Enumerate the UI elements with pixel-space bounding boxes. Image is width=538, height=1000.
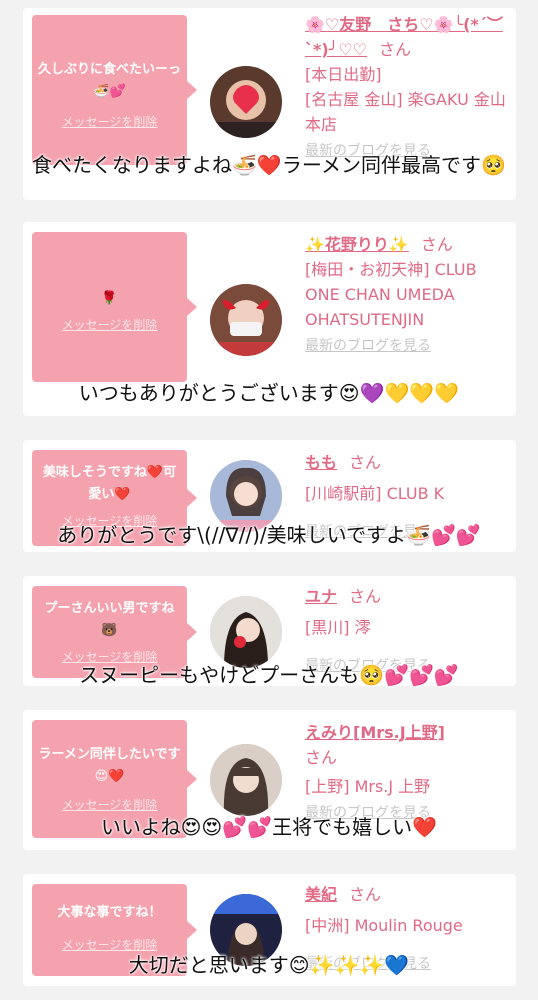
avatar[interactable] (210, 66, 282, 138)
honorific: さん (349, 453, 382, 472)
overlay-caption: スヌーピーもやけどプーさんも🥺💕💕💕 (79, 663, 459, 687)
shop-text: [中洲] Moulin Rouge (305, 916, 463, 935)
message-text: 🌹 (101, 291, 118, 306)
delete-message-link[interactable]: メッセージを削除 (38, 111, 181, 133)
honorific: さん (420, 235, 453, 254)
message-bubble: 🌹 メッセージを削除 (32, 232, 197, 382)
overlay-caption: いつもありがとうございます😍💜💛💛💛 (78, 381, 460, 405)
avatar-photo (210, 596, 282, 668)
delete-message-link[interactable]: メッセージを削除 (38, 314, 181, 336)
shop-text: [名古屋 金山] 楽GAKU 金山本店 (305, 90, 506, 134)
cast-name-link[interactable]: もも (305, 453, 337, 472)
overlay-caption: いいよね😍😍💕💕王将でも嬉しい❤️ (100, 815, 437, 839)
shop-text: [上野] Mrs.J 上野 (305, 777, 431, 796)
cast-name-link[interactable]: 美紀 (305, 885, 337, 904)
honorific: さん (379, 40, 412, 59)
avatar-photo (210, 66, 282, 138)
delete-message-link[interactable]: メッセージを削除 (38, 794, 181, 816)
message-text: 大事な事ですね！ (57, 905, 162, 920)
avatar[interactable] (210, 284, 282, 356)
shop-text: [川崎駅前] CLUB K (305, 484, 445, 503)
avatar[interactable] (210, 744, 282, 816)
cast-info: ✨花野りり✨ さん [梅田・お初天神] CLUB ONE CHAN UMEDA O… (305, 232, 511, 359)
status-text: [本日出勤] (305, 65, 382, 84)
overlay-caption: ありがとうです\(//∇//)/美味しいですよ🍜💕💕 (57, 523, 481, 547)
avatar[interactable] (210, 596, 282, 668)
cast-info: 🌸♡友野 さち♡🌸╰(*´︶`*)╯♡♡ さん [本日出勤] [名古屋 金山] 楽… (305, 12, 511, 164)
cast-name-link[interactable]: ユナ (305, 587, 337, 606)
overlay-caption: 食べたくなりますよね🍜❤️ラーメン同伴最高です🥺 (32, 153, 506, 177)
shop-text: [梅田・お初天神] CLUB ONE CHAN UMEDA OHATSUTENJ… (305, 260, 477, 329)
message-bubble: 久しぶりに食べたいーっ🍜💕 メッセージを削除 (32, 15, 197, 165)
message-text: プーさんいい男ですね🐻 (44, 601, 175, 638)
overlay-caption: 大切だと思います😊✨✨✨💙 (128, 953, 410, 977)
honorific: さん (349, 587, 382, 606)
honorific: さん (305, 748, 338, 767)
honorific: さん (349, 885, 382, 904)
cast-info: えみり[Mrs.J上野] さん [上野] Mrs.J 上野 最新のブログを見る (305, 720, 511, 826)
cast-name-link[interactable]: えみり[Mrs.J上野] (305, 723, 445, 742)
shop-text: [黒川] 澪 (305, 618, 371, 637)
message-text: ラーメン同伴したいです😍❤️ (38, 747, 181, 784)
cast-name-link[interactable]: ✨花野りり✨ (305, 235, 409, 254)
avatar-photo (210, 744, 282, 816)
latest-blog-link[interactable]: 最新のブログを見る (305, 338, 431, 354)
message-text: 美味しそうですね❤️可愛い❤️ (42, 465, 177, 502)
message-text: 久しぶりに食べたいーっ🍜💕 (38, 62, 182, 99)
avatar-photo (210, 284, 282, 356)
